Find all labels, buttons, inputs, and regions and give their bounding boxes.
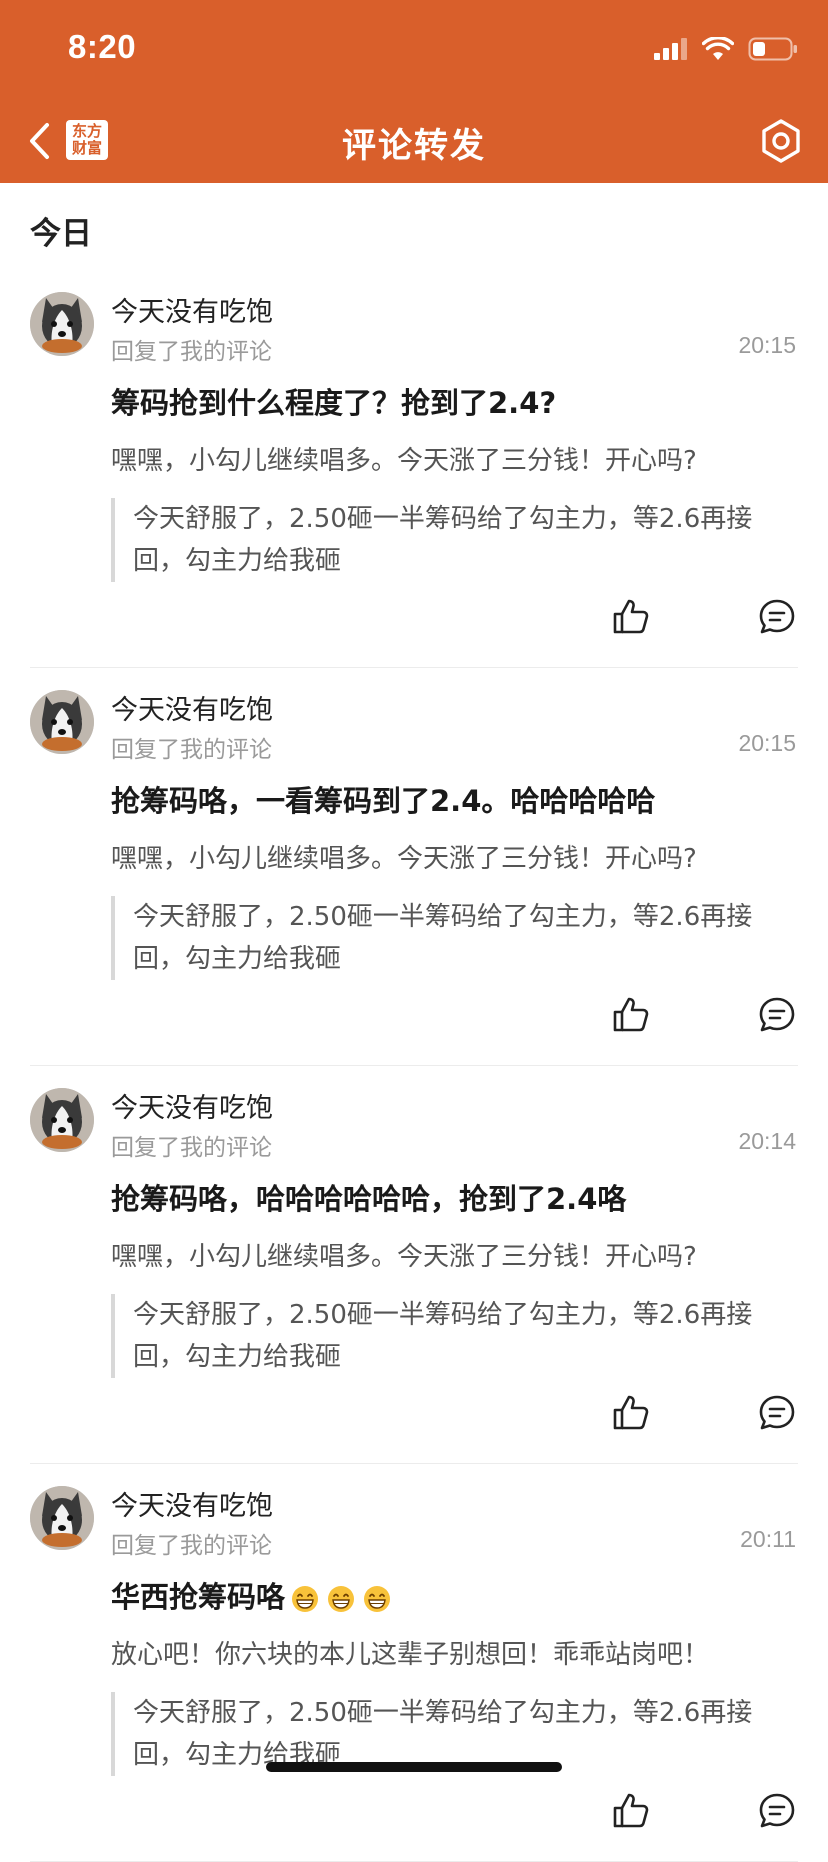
battery-icon [748, 37, 797, 61]
comment-feed: 今天没有吃饱 回复了我的评论 20:15 筹码抢到什么程度了？抢到了2.4? 嘿… [0, 270, 828, 1862]
reply-action-label: 回复了我的评论 [111, 737, 272, 763]
reply-content[interactable]: 抢筹码咯，哈哈哈哈哈哈，抢到了2.4咯 [111, 1176, 626, 1218]
comment-card: 今天没有吃饱 回复了我的评论 20:15 抢筹码咯，一看筹码到了2.4。哈哈哈哈… [0, 668, 828, 1066]
home-indicator [266, 1762, 562, 1772]
husky-avatar-icon [30, 690, 94, 754]
quoted-original-post[interactable]: 今天舒服了，2.50砸一半筹码给了勾主力，等2.6再接回，勾主力给我砸 [111, 1294, 797, 1378]
reply-content-text: 抢筹码咯，哈哈哈哈哈哈，抢到了2.4咯 [111, 1182, 627, 1216]
avatar[interactable] [30, 690, 94, 754]
reply-content-text: 抢筹码咯，一看筹码到了2.4。哈哈哈哈哈 [111, 784, 656, 818]
my-comment[interactable]: 嘿嘿，小勾儿继续唱多。今天涨了三分钱！开心吗? [111, 1236, 697, 1273]
reply-action-label: 回复了我的评论 [111, 339, 272, 365]
page-title: 评论转发 [342, 126, 486, 166]
grinning-emoji-icon [328, 1586, 355, 1612]
my-comment[interactable]: 嘿嘿，小勾儿继续唱多。今天涨了三分钱！开心吗? [111, 838, 697, 875]
reply-action-label: 回复了我的评论 [111, 1533, 272, 1559]
comment-card: 今天没有吃饱 回复了我的评论 20:15 筹码抢到什么程度了？抢到了2.4? 嘿… [0, 270, 828, 668]
username[interactable]: 今天没有吃饱 [111, 1484, 273, 1523]
husky-avatar-icon [30, 292, 94, 356]
comment-bubble-icon[interactable] [757, 597, 797, 637]
username[interactable]: 今天没有吃饱 [111, 290, 273, 329]
wifi-icon [702, 37, 734, 60]
reply-content[interactable]: 筹码抢到什么程度了？抢到了2.4? [111, 380, 556, 422]
timestamp: 20:15 [738, 730, 796, 756]
comment-bubble-icon[interactable] [757, 1393, 797, 1433]
reply-content-text: 筹码抢到什么程度了？抢到了2.4? [111, 386, 557, 420]
settings-gear-icon[interactable] [758, 118, 804, 164]
avatar[interactable] [30, 1486, 94, 1550]
husky-avatar-icon [30, 1486, 94, 1550]
app-header: 8:20 东方 财富 评论转发 [0, 0, 828, 183]
status-time: 8:20 [68, 28, 137, 65]
timestamp: 20:15 [738, 332, 796, 358]
timestamp: 20:11 [740, 1526, 796, 1552]
comment-bubble-icon[interactable] [757, 995, 797, 1035]
reply-content[interactable]: 华西抢筹码咯 [111, 1574, 391, 1616]
avatar[interactable] [30, 292, 94, 356]
comment-card: 今天没有吃饱 回复了我的评论 20:11 华西抢筹码咯 放心吧！你六块的本儿这辈… [0, 1464, 828, 1862]
quoted-original-post[interactable]: 今天舒服了，2.50砸一半筹码给了勾主力，等2.6再接回，勾主力给我砸 [111, 498, 797, 582]
reply-content[interactable]: 抢筹码咯，一看筹码到了2.4。哈哈哈哈哈 [111, 778, 655, 820]
my-comment[interactable]: 放心吧！你六块的本儿这辈子别想回！乖乖站岗吧！ [111, 1634, 709, 1671]
status-icons [654, 34, 798, 64]
username[interactable]: 今天没有吃饱 [111, 688, 273, 727]
thumbs-up-icon[interactable] [611, 1791, 651, 1831]
quoted-original-post[interactable]: 今天舒服了，2.50砸一半筹码给了勾主力，等2.6再接回，勾主力给我砸 [111, 896, 797, 980]
thumbs-up-icon[interactable] [611, 597, 651, 637]
section-title-today: 今日 [30, 216, 92, 252]
timestamp: 20:14 [738, 1128, 796, 1154]
my-comment[interactable]: 嘿嘿，小勾儿继续唱多。今天涨了三分钱！开心吗? [111, 440, 697, 477]
reply-action-label: 回复了我的评论 [111, 1135, 272, 1161]
comment-bubble-icon[interactable] [757, 1791, 797, 1831]
avatar[interactable] [30, 1088, 94, 1152]
comment-card: 今天没有吃饱 回复了我的评论 20:14 抢筹码咯，哈哈哈哈哈哈，抢到了2.4咯… [0, 1066, 828, 1464]
grinning-emoji-icon [292, 1586, 319, 1612]
username[interactable]: 今天没有吃饱 [111, 1086, 273, 1125]
reply-content-text: 华西抢筹码咯 [111, 1580, 286, 1614]
thumbs-up-icon[interactable] [611, 995, 651, 1035]
emoji-row [291, 1585, 391, 1613]
cellular-signal-icon [654, 38, 687, 60]
thumbs-up-icon[interactable] [611, 1393, 651, 1433]
husky-avatar-icon [30, 1088, 94, 1152]
grinning-emoji-icon [364, 1586, 391, 1612]
